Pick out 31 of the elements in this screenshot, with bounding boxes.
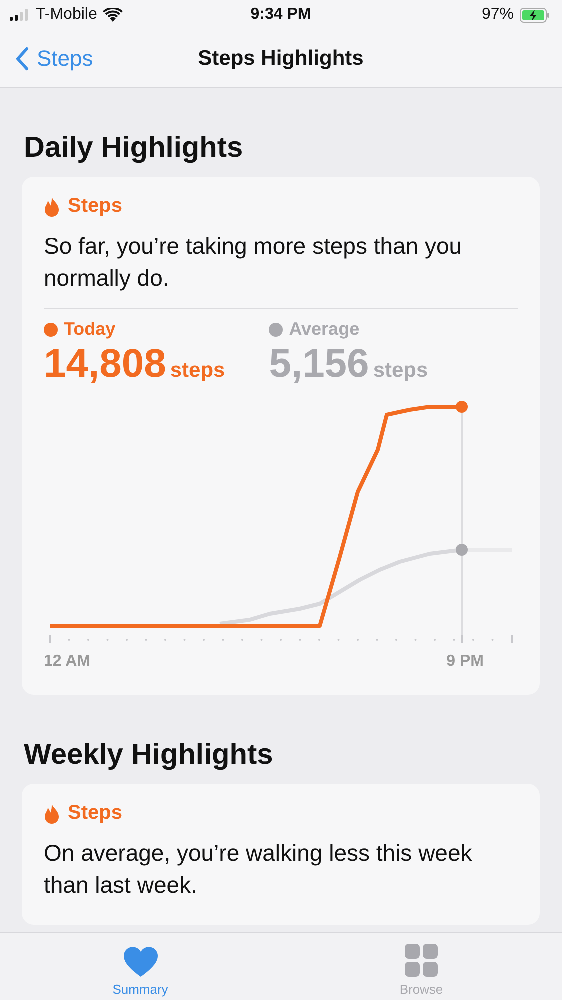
step-unit: steps (170, 359, 226, 383)
heart-icon (122, 946, 158, 978)
today-point (456, 401, 468, 413)
flame-icon (44, 196, 60, 218)
signal-icon (10, 9, 30, 21)
category-label: Steps (68, 195, 122, 218)
nav-title: Steps Highlights (198, 46, 364, 70)
legend-label: Today (64, 319, 116, 340)
battery-percent: 97% (482, 6, 514, 24)
section-heading: Daily Highlights (24, 132, 244, 165)
flame-icon (44, 802, 60, 824)
battery-charging-icon (520, 8, 550, 22)
wifi-icon (103, 8, 124, 22)
axis-label: 9 PM (446, 653, 484, 671)
section-heading: Weekly Highlights (24, 739, 274, 772)
step-count: 5,156 (269, 342, 370, 387)
legend-label: Average (289, 319, 360, 340)
carrier-name: T-Mobile (36, 6, 98, 24)
average-point (456, 544, 468, 556)
axis-label: 12 AM (44, 653, 91, 671)
step-unit: steps (373, 359, 428, 383)
highlight-message: On average, you’re walking less this week than last week. (44, 839, 474, 900)
chevron-left-icon (16, 46, 29, 70)
back-button[interactable]: Steps (0, 46, 94, 72)
status-time: 9:34 PM (250, 6, 312, 24)
highlight-message: So far, you’re taking more steps than you normally do. (44, 232, 464, 293)
grid-icon (404, 944, 438, 978)
category-label: Steps (68, 802, 122, 825)
step-count: 14,808 (44, 342, 166, 387)
tab-bar-item[interactable]: Summary (0, 933, 281, 1000)
tab-bar-item[interactable]: Browse (281, 933, 562, 1000)
